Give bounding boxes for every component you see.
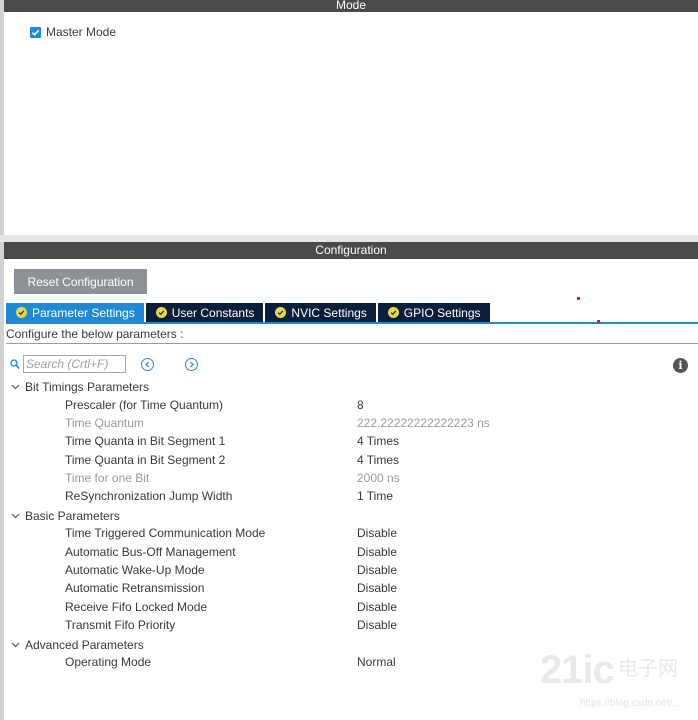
search-next-button[interactable] (185, 358, 198, 371)
param-row-time-quantum: Time Quantum 222.22222222222223 ns (0, 415, 698, 433)
tab-nvic-settings[interactable]: NVIC Settings (265, 303, 376, 322)
param-row-rflm[interactable]: Receive Fifo Locked Mode Disable (0, 599, 698, 617)
param-value[interactable]: Disable (357, 545, 397, 559)
param-row-bit-segment-2[interactable]: Time Quanta in Bit Segment 2 4 Times (0, 452, 698, 470)
mode-panel (4, 12, 698, 235)
master-mode-checkbox[interactable] (30, 26, 41, 38)
param-row-sjw[interactable]: ReSynchronization Jump Width 1 Time (0, 488, 698, 506)
watermark-logo: 21ic 电子网 https://blog.csdn.net/... (540, 648, 690, 714)
group-bit-timings[interactable]: Bit Timings Parameters (10, 378, 149, 396)
param-name: Time for one Bit (65, 471, 150, 485)
check-circle-icon (275, 307, 287, 318)
param-value[interactable]: Normal (357, 655, 396, 669)
tab-label: Parameter Settings (32, 305, 135, 320)
param-row-time-one-bit: Time for one Bit 2000 ns (0, 470, 698, 488)
watermark-url-text: https://blog.csdn.net/... (580, 698, 681, 709)
configuration-section-header: Configuration (4, 242, 698, 259)
watermark-logo-text: 21ic (540, 648, 615, 692)
param-value[interactable]: 4 Times (357, 453, 399, 467)
param-name: Time Quanta in Bit Segment 1 (65, 434, 226, 448)
param-name: Transmit Fifo Priority (65, 618, 176, 632)
search-icon (10, 357, 22, 371)
tab-label: NVIC Settings (291, 305, 367, 320)
param-value[interactable]: Disable (357, 581, 397, 595)
param-row-awum[interactable]: Automatic Wake-Up Mode Disable (0, 562, 698, 580)
group-basic-parameters[interactable]: Basic Parameters (10, 507, 120, 525)
tab-gpio-settings[interactable]: GPIO Settings (377, 303, 490, 322)
param-name: Time Quanta in Bit Segment 2 (65, 453, 226, 467)
param-name: Automatic Wake-Up Mode (65, 563, 205, 577)
param-value[interactable]: 1 Time (357, 489, 393, 503)
param-name: Automatic Retransmission (65, 581, 205, 595)
param-value[interactable]: Disable (357, 526, 397, 540)
chevron-down-icon (10, 511, 20, 521)
group-label: Basic Parameters (25, 509, 120, 523)
mode-section-header: Mode (4, 0, 698, 12)
chevron-down-icon (10, 382, 20, 392)
check-circle-icon (16, 307, 27, 318)
checkmark-icon (31, 29, 40, 36)
tab-bar: Parameter Settings User Constants NVIC S… (6, 303, 492, 322)
tab-label: User Constants (171, 305, 255, 320)
param-row-bit-segment-1[interactable]: Time Quanta in Bit Segment 1 4 Times (0, 433, 698, 451)
configuration-description: Configure the below parameters : (6, 325, 698, 344)
param-name: Automatic Bus-Off Management (65, 545, 236, 559)
param-row-ttcm[interactable]: Time Triggered Communication Mode Disabl… (0, 525, 698, 543)
param-value: 2000 ns (357, 471, 400, 485)
group-advanced-parameters[interactable]: Advanced Parameters (10, 636, 144, 654)
param-value[interactable]: Disable (357, 618, 397, 632)
param-value[interactable]: Disable (357, 600, 397, 614)
check-circle-icon (387, 307, 399, 318)
master-mode-label: Master Mode (46, 25, 117, 39)
param-name: Operating Mode (65, 655, 152, 669)
chevron-down-icon (10, 640, 20, 650)
param-row-abom[interactable]: Automatic Bus-Off Management Disable (0, 544, 698, 562)
search-previous-button[interactable] (141, 358, 154, 371)
param-name: ReSynchronization Jump Width (65, 489, 233, 503)
param-name: Time Triggered Communication Mode (65, 526, 266, 540)
watermark-cn-text: 电子网 (618, 656, 678, 680)
param-name: Receive Fifo Locked Mode (65, 600, 208, 614)
tab-user-constants[interactable]: User Constants (145, 303, 264, 322)
param-row-auto-retransmission[interactable]: Automatic Retransmission Disable (0, 580, 698, 598)
tab-label: GPIO Settings (403, 305, 481, 320)
reset-configuration-button[interactable]: Reset Configuration (14, 269, 147, 294)
tab-parameter-settings[interactable]: Parameter Settings (6, 303, 144, 322)
param-row-txfp[interactable]: Transmit Fifo Priority Disable (0, 617, 698, 635)
search-input[interactable] (23, 355, 126, 373)
param-value[interactable]: 4 Times (357, 434, 399, 448)
search-bar (10, 355, 126, 373)
param-name: Prescaler (for Time Quantum) (65, 398, 224, 412)
param-value: 222.22222222222223 ns (357, 416, 490, 430)
param-value[interactable]: 8 (357, 398, 364, 412)
red-dot-marker (597, 320, 600, 323)
tab-underline (6, 322, 698, 324)
red-dot-marker (577, 297, 580, 300)
group-label: Advanced Parameters (25, 638, 144, 652)
chevron-left-icon (145, 361, 149, 368)
check-circle-icon (155, 307, 167, 318)
master-mode-checkbox-row[interactable]: Master Mode (30, 25, 116, 39)
chevron-right-icon (190, 361, 194, 368)
param-row-prescaler[interactable]: Prescaler (for Time Quantum) 8 (0, 397, 698, 415)
panel-divider (0, 235, 698, 242)
group-label: Bit Timings Parameters (25, 380, 150, 394)
param-name: Time Quantum (65, 416, 144, 430)
param-value[interactable]: Disable (357, 563, 397, 577)
info-icon[interactable]: i (673, 358, 688, 373)
